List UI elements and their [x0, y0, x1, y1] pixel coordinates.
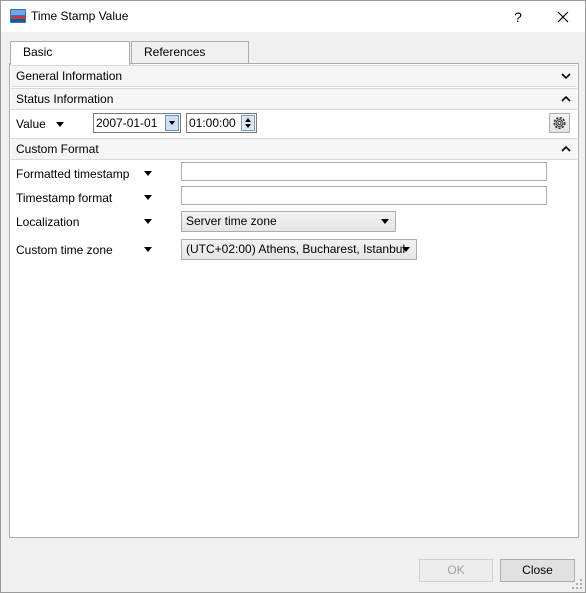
time-value: 01:00:00 — [189, 116, 236, 130]
date-value: 2007-01-01 — [96, 116, 158, 130]
spin-arrows-icon — [245, 118, 251, 128]
chevron-up-icon — [561, 95, 571, 102]
ok-button[interactable]: OK — [419, 559, 493, 582]
chevron-down-icon — [561, 73, 571, 80]
help-button[interactable]: ? — [506, 5, 530, 29]
tab-references[interactable]: References — [131, 41, 249, 63]
timestamp-format-menu-arrow-icon[interactable] — [144, 195, 152, 200]
date-dropdown-button[interactable] — [165, 115, 179, 131]
value-label: Value — [16, 117, 46, 131]
chevron-up-icon — [561, 145, 571, 152]
settings-button[interactable] — [549, 113, 570, 133]
section-status-information[interactable]: Status Information — [11, 88, 577, 110]
value-menu-arrow-icon[interactable] — [56, 122, 64, 127]
localization-select[interactable]: Server time zone — [181, 211, 396, 232]
custom-time-zone-menu-arrow-icon[interactable] — [144, 247, 152, 252]
window-title: Time Stamp Value — [31, 9, 129, 23]
close-window-button[interactable] — [549, 5, 577, 29]
localization-value: Server time zone — [186, 214, 277, 228]
formatted-timestamp-menu-arrow-icon[interactable] — [144, 171, 152, 176]
custom-time-zone-label: Custom time zone — [16, 243, 113, 257]
section-general-information[interactable]: General Information — [11, 65, 577, 87]
section-custom-format[interactable]: Custom Format — [11, 138, 577, 160]
formatted-timestamp-field[interactable] — [181, 162, 547, 181]
localization-label: Localization — [16, 215, 80, 229]
dialog-window: Time Stamp Value ? Basic References Gene… — [0, 0, 586, 593]
timestamp-format-field[interactable] — [181, 186, 547, 205]
time-input[interactable]: 01:00:00 — [186, 113, 257, 133]
close-icon — [557, 11, 569, 23]
formatted-timestamp-label: Formatted timestamp — [16, 167, 130, 181]
chevron-down-icon — [381, 219, 389, 224]
time-spinner[interactable] — [241, 115, 255, 131]
title-bar[interactable]: Time Stamp Value ? — [1, 1, 585, 32]
section-general-label: General Information — [16, 69, 123, 83]
date-picker[interactable]: 2007-01-01 — [93, 113, 181, 133]
resize-grip-icon[interactable] — [572, 579, 582, 589]
tab-panel: General Information Status Information C… — [9, 63, 579, 538]
chevron-down-icon — [402, 247, 410, 252]
chevron-down-icon — [169, 121, 175, 125]
close-button[interactable]: Close — [500, 559, 575, 582]
custom-time-zone-select[interactable]: (UTC+02:00) Athens, Bucharest, Istanbul — [181, 239, 417, 260]
section-status-label: Status Information — [16, 92, 114, 106]
localization-menu-arrow-icon[interactable] — [144, 219, 152, 224]
tab-basic[interactable]: Basic — [10, 41, 130, 65]
section-custom-label: Custom Format — [16, 142, 99, 156]
timestamp-format-label: Timestamp format — [16, 191, 113, 205]
app-icon — [10, 9, 26, 23]
gear-icon — [553, 117, 566, 129]
custom-time-zone-value: (UTC+02:00) Athens, Bucharest, Istanbul — [186, 242, 406, 256]
